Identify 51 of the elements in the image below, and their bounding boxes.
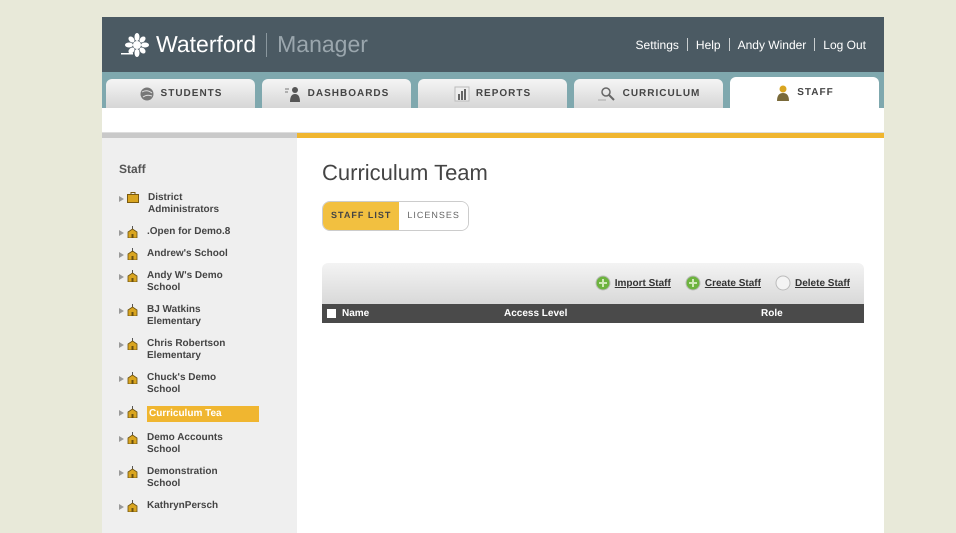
ball-icon <box>138 86 155 102</box>
tree-item[interactable]: Demonstration School <box>147 466 237 490</box>
action-link[interactable]: Delete Staff <box>794 276 850 290</box>
person-icon <box>284 84 302 102</box>
school-icon <box>127 226 138 238</box>
column-header: Role <box>761 306 784 320</box>
segment-tab[interactable]: STAFF LIST <box>323 202 400 230</box>
action-link[interactable]: Import Staff <box>614 276 671 290</box>
nav-tab[interactable]: REPORTS <box>418 79 567 108</box>
nav-tab[interactable]: STAFF <box>730 77 879 108</box>
tree-item[interactable]: Andy W's Demo School <box>147 270 237 294</box>
header-link[interactable]: Log Out <box>823 36 866 54</box>
tree-item[interactable]: Andrew's School <box>147 248 237 260</box>
tree-item[interactable]: KathrynPersch <box>147 500 237 512</box>
flower-logo-icon <box>120 32 150 58</box>
school-icon <box>127 338 138 350</box>
logo-text: Waterford <box>156 33 256 56</box>
tree-item[interactable]: Chris Robertson Elementary <box>147 338 237 362</box>
school-icon <box>127 304 138 316</box>
column-header: Name <box>342 306 370 320</box>
tree-item[interactable]: Chuck's Demo School <box>147 372 237 396</box>
nav-tab[interactable]: CURRICULUM <box>574 79 723 108</box>
circle-icon <box>774 275 791 291</box>
school-icon <box>127 500 138 512</box>
school-icon <box>127 372 138 384</box>
briefcase-icon <box>127 192 139 203</box>
magnifier-icon <box>596 86 617 102</box>
action-link[interactable]: Create Staff <box>704 276 761 290</box>
plus-circle-icon <box>684 275 701 291</box>
nav-tab[interactable]: DASHBOARDS <box>262 79 411 108</box>
tree-item[interactable]: BJ Watkins Elementary <box>147 304 237 328</box>
bar-chart-icon <box>454 86 470 102</box>
header-link[interactable]: Andy Winder <box>738 36 806 54</box>
school-icon <box>127 270 138 282</box>
column-header: Access Level <box>504 306 568 320</box>
page-title: Curriculum Team <box>322 159 488 187</box>
tree-item[interactable]: Demo Accounts School <box>147 432 237 456</box>
nav-tab[interactable]: STUDENTS <box>106 79 255 108</box>
tree-item[interactable]: .Open for Demo.8 <box>147 226 237 238</box>
school-icon <box>127 406 138 418</box>
school-icon <box>127 248 138 260</box>
header-link[interactable]: Help <box>696 36 721 54</box>
person-icon <box>775 84 792 102</box>
plus-circle-icon <box>594 275 611 291</box>
sidebar-title: Staff <box>119 161 146 178</box>
school-icon <box>127 466 138 478</box>
product-name: Manager <box>277 33 368 56</box>
school-icon <box>127 432 138 444</box>
select-all-checkbox[interactable] <box>327 308 336 318</box>
header-link[interactable]: Settings <box>636 36 679 54</box>
tree-item[interactable]: District Administrators <box>148 192 238 216</box>
